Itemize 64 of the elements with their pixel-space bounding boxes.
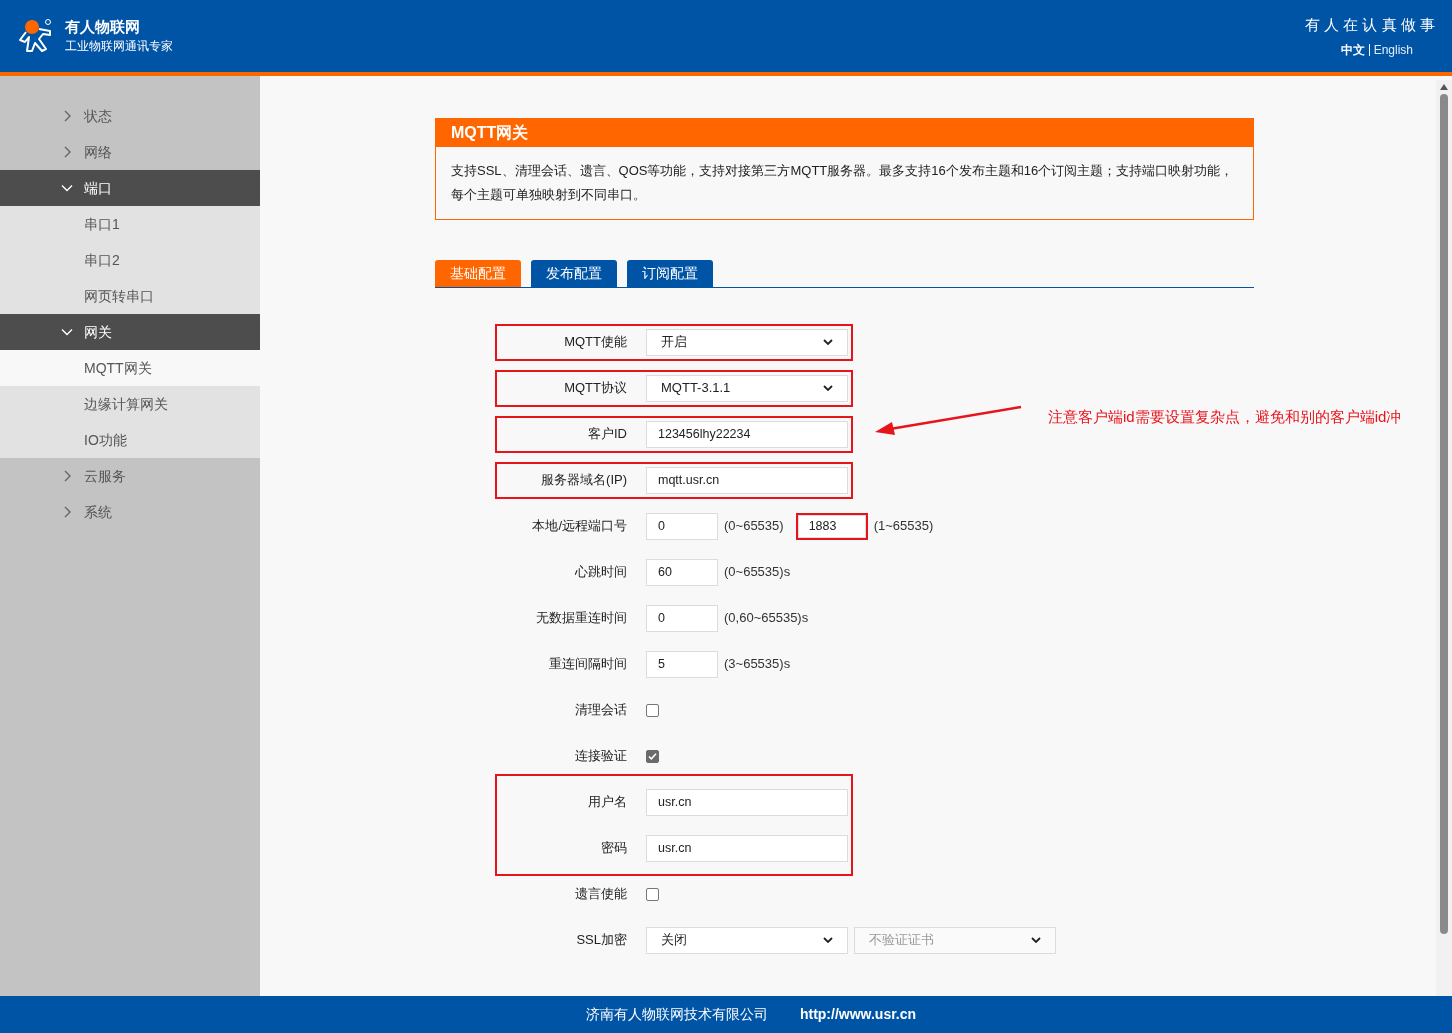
tab[interactable]: 订阅配置 — [627, 260, 713, 287]
field-label: SSL加密 — [575, 931, 628, 950]
field-label: 用户名 — [587, 793, 628, 812]
sidebar-item[interactable]: 系统 — [0, 494, 260, 530]
input-field[interactable]: usr.cn — [646, 834, 848, 862]
language-link[interactable]: English — [1373, 40, 1413, 59]
dropdown[interactable]: MQTT-3.1.1 — [646, 374, 848, 402]
input-field[interactable]: 123456lhy22234 — [646, 420, 848, 448]
field-label: 重连间隔时间 — [548, 655, 628, 674]
sidebar-item[interactable]: 网关 — [0, 314, 260, 350]
field-label: 客户ID — [587, 425, 628, 444]
caret-icon — [823, 385, 833, 391]
sidebar-item[interactable]: 网络 — [0, 134, 260, 170]
sidebar-subitem[interactable]: 串口2 — [0, 242, 260, 278]
sidebar-subitem[interactable]: 边缘计算网关 — [0, 386, 260, 422]
range-hint: (0,60~65535)s — [724, 609, 809, 628]
caret-icon — [1031, 937, 1041, 943]
range-hint: (1~65535) — [873, 517, 934, 536]
range-hint: (0~65535)s — [724, 563, 791, 582]
annotation-note: 注意客户端id需要设置复杂点，避免和别的客户端id冲 — [1048, 407, 1402, 427]
brand-tagline: 工业物联网通讯专家 — [65, 38, 173, 55]
input-field[interactable]: usr.cn — [646, 788, 848, 816]
checkbox[interactable] — [646, 703, 659, 717]
caret-icon — [823, 339, 833, 345]
sidebar-subitem[interactable]: 串口1 — [0, 206, 260, 242]
input-field[interactable]: 0 — [646, 512, 718, 540]
language-link[interactable]: 中文 — [1340, 40, 1365, 59]
sidebar-subitem[interactable]: IO功能 — [0, 422, 260, 458]
field-label: 清理会话 — [574, 701, 628, 720]
caret-icon — [823, 937, 833, 943]
range-hint: (0~65535) — [724, 517, 784, 536]
company-name: 济南有人物联网技术有限公司 — [585, 1005, 768, 1024]
panel-description: 支持SSL、清理会话、遗言、QOS等功能，支持对接第三方MQTT服务器。最多支持16个发布主题和16个订阅主题；支持端口映射功能，每个主题可单独映射到不同串口。 — [450, 162, 1235, 204]
field-label: 心跳时间 — [574, 563, 628, 582]
dropdown[interactable]: 开启 — [646, 328, 848, 356]
scroll-up-arrow-icon[interactable] — [1440, 84, 1448, 90]
sidebar-subitem[interactable]: MQTT网关 — [0, 350, 260, 386]
input-field[interactable]: 1883 — [795, 512, 868, 540]
field-label: MQTT使能 — [563, 333, 628, 352]
scrollbar[interactable] — [1436, 80, 1452, 996]
brand-name: 有人物联网 — [65, 17, 141, 37]
input-field[interactable]: mqtt.usr.cn — [646, 466, 848, 494]
field-label: 本地/远程端口号 — [531, 517, 628, 536]
field-label: MQTT协议 — [563, 379, 628, 398]
field-label: 无数据重连时间 — [535, 609, 628, 628]
website-link[interactable]: http://www.usr.cn — [799, 1004, 917, 1025]
input-field[interactable]: 5 — [646, 650, 718, 678]
range-hint: (3~65535)s — [724, 655, 791, 674]
tab[interactable]: 发布配置 — [531, 260, 617, 287]
field-label: 连接验证 — [574, 747, 628, 766]
sidebar-item[interactable]: 状态 — [0, 98, 260, 134]
sidebar-item[interactable]: 端口 — [0, 170, 260, 206]
dropdown[interactable]: 关闭 — [646, 926, 848, 954]
checkbox[interactable] — [646, 749, 659, 763]
input-field[interactable]: 60 — [646, 558, 718, 586]
checkbox[interactable] — [646, 887, 659, 901]
input-field[interactable]: 0 — [646, 604, 718, 632]
sidebar-item[interactable]: 云服务 — [0, 458, 260, 494]
field-label: 遗言使能 — [574, 885, 628, 904]
slogan: 有 人 在 认 真 做 事 — [1305, 14, 1435, 35]
field-label: 服务器域名(IP) — [540, 471, 628, 490]
sidebar-subitem[interactable]: 网页转串口 — [0, 278, 260, 314]
panel-title: MQTT网关 — [436, 119, 1253, 147]
field-label: 密码 — [600, 839, 628, 858]
